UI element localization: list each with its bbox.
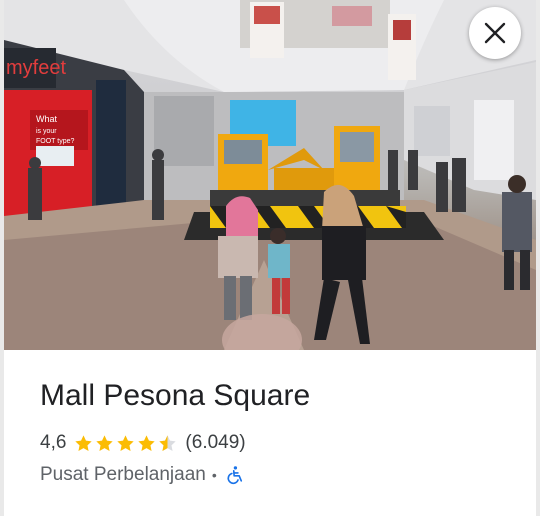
star-rating [74, 434, 179, 453]
close-icon [484, 22, 506, 44]
screen-text-3: FOOT type? [36, 138, 74, 145]
close-button[interactable] [469, 7, 521, 59]
star-full-icon [75, 434, 93, 451]
review-count[interactable]: (6.049) [185, 432, 245, 454]
star-full-icon [117, 434, 135, 451]
place-photo[interactable]: myfeet What is your FOOT type? [4, 0, 536, 350]
screen-text-2: is your [36, 128, 57, 135]
place-card: myfeet What is your FOOT type? Mall Peso… [4, 0, 536, 516]
place-title: Mall Pesona Square [40, 379, 311, 412]
mall-photo-illustration: myfeet What is your FOOT type? [4, 0, 536, 350]
wheelchair-icon[interactable] [225, 465, 245, 485]
store-sign: myfeet [6, 57, 66, 79]
separator-dot: • [211, 467, 217, 483]
star-half-icon [159, 434, 177, 451]
screen-text-1: What [36, 114, 58, 124]
star-full-icon [96, 434, 114, 451]
rating-value: 4,6 [40, 432, 67, 453]
category-row: Pusat Perbelanjaan • [40, 462, 516, 488]
rating-row[interactable]: 4,6 (6.049) [40, 430, 516, 456]
place-info: Mall Pesona Square 4,6 (6.049) Pusat Per… [40, 374, 516, 488]
place-category: Pusat Perbelanjaan [40, 464, 206, 485]
star-full-icon [138, 434, 156, 451]
